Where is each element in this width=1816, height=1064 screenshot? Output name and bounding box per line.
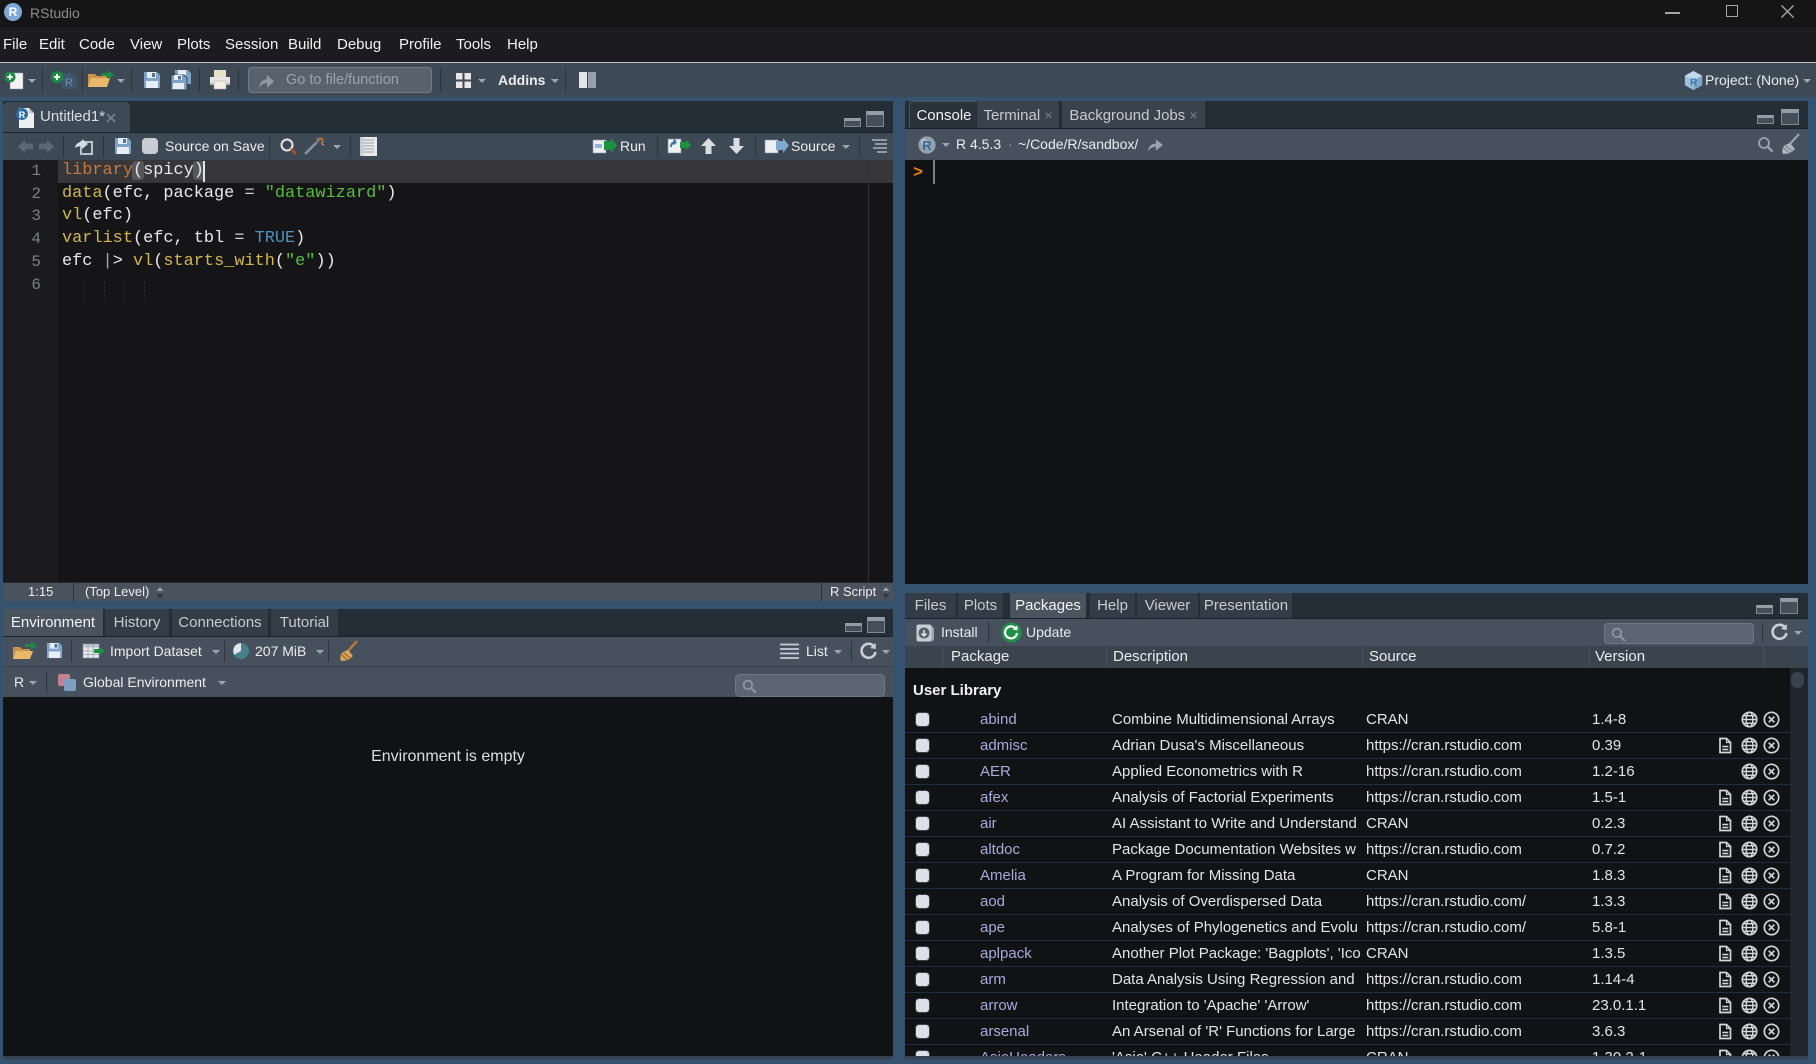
svg-text:R: R [19,110,26,120]
svg-text:R: R [65,77,73,89]
svg-text:R: R [1690,78,1698,89]
svg-text:R: R [922,138,932,153]
